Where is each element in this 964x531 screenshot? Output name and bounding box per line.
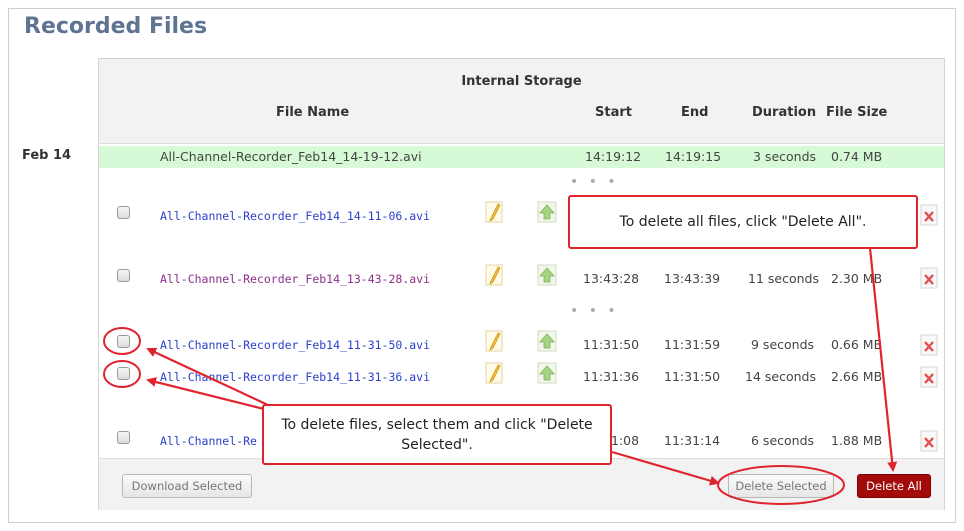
delete-file-icon[interactable] <box>920 366 938 388</box>
in-progress-start: 14:19:12 <box>585 149 642 164</box>
row-checkbox[interactable] <box>117 269 130 282</box>
in-progress-file-name: All-Channel-Recorder_Feb14_14-19-12.avi <box>160 149 422 164</box>
page-title: Recorded Files <box>24 14 208 39</box>
row-checkbox[interactable] <box>117 335 130 348</box>
edit-icon[interactable] <box>485 330 503 352</box>
row-size: 0.66 MB <box>831 337 883 352</box>
storage-header: Internal Storage <box>99 59 944 106</box>
date-group-label: Feb 14 <box>22 148 72 163</box>
delete-selected-callout-line2: Selected". <box>401 436 473 453</box>
delete-file-icon[interactable] <box>920 267 938 289</box>
row-start: 13:43:28 <box>583 271 640 286</box>
delete-all-callout: To delete all files, click "Delete All". <box>568 195 918 249</box>
delete-all-callout-text: To delete all files, click "Delete All". <box>619 214 867 230</box>
file-link[interactable]: All-Channel-Recorder_Feb14_13-43-28.avi <box>160 272 430 286</box>
row-checkbox[interactable] <box>117 431 130 444</box>
row-end: 11:31:14 <box>664 433 721 448</box>
row-end: 13:43:39 <box>664 271 721 286</box>
upload-icon[interactable] <box>537 201 557 223</box>
edit-icon[interactable] <box>485 362 503 384</box>
row-duration: 9 seconds <box>751 337 815 352</box>
row-start: 1:08 <box>611 433 640 448</box>
column-header-end[interactable]: End <box>681 105 708 120</box>
download-selected-button[interactable]: Download Selected <box>122 474 252 498</box>
edit-icon[interactable] <box>485 201 503 223</box>
delete-selected-callout: To delete files, select them and click "… <box>262 404 612 465</box>
column-header-row: File Name Start End Duration File Size <box>99 105 944 144</box>
row-duration: 11 seconds <box>748 271 819 286</box>
upload-icon[interactable] <box>537 330 557 352</box>
row-duration: 14 seconds <box>745 369 816 384</box>
row-size: 2.30 MB <box>831 271 883 286</box>
delete-all-button[interactable]: Delete All <box>857 474 931 498</box>
row-checkbox[interactable] <box>117 367 130 380</box>
column-header-file-size[interactable]: File Size <box>826 105 887 120</box>
delete-selected-button[interactable]: Delete Selected <box>728 474 834 498</box>
upload-icon[interactable] <box>537 362 557 384</box>
file-link[interactable]: All-Channel-Recorder_Feb14_11-31-36.avi <box>160 370 430 384</box>
row-duration: 6 seconds <box>751 433 815 448</box>
file-link[interactable]: All-Channel-Recorder_Feb14_11-31-50.avi <box>160 338 430 352</box>
row-checkbox[interactable] <box>117 206 130 219</box>
delete-file-icon[interactable] <box>920 430 938 452</box>
row-start: 11:31:50 <box>583 337 640 352</box>
in-progress-size: 0.74 MB <box>831 149 883 164</box>
row-end: 11:31:50 <box>664 369 721 384</box>
ellipsis-separator: • • • <box>570 174 619 190</box>
in-progress-duration: 3 seconds <box>753 149 817 164</box>
file-link[interactable]: All-Channel-Recorder_Feb14_14-11-06.avi <box>160 209 430 223</box>
row-size: 2.66 MB <box>831 369 883 384</box>
delete-selected-callout-line1: To delete files, select them and click "… <box>281 416 593 433</box>
in-progress-end: 14:19:15 <box>665 149 722 164</box>
column-header-file-name[interactable]: File Name <box>276 105 349 120</box>
row-start: 11:31:36 <box>583 369 640 384</box>
delete-file-icon[interactable] <box>920 204 938 226</box>
row-size: 1.88 MB <box>831 433 883 448</box>
upload-icon[interactable] <box>537 264 557 286</box>
edit-icon[interactable] <box>485 264 503 286</box>
column-header-duration[interactable]: Duration <box>752 105 816 120</box>
ellipsis-separator: • • • <box>570 303 619 319</box>
file-link[interactable]: All-Channel-Re <box>160 434 257 448</box>
delete-file-icon[interactable] <box>920 334 938 356</box>
column-header-start[interactable]: Start <box>595 105 632 120</box>
row-end: 11:31:59 <box>664 337 721 352</box>
